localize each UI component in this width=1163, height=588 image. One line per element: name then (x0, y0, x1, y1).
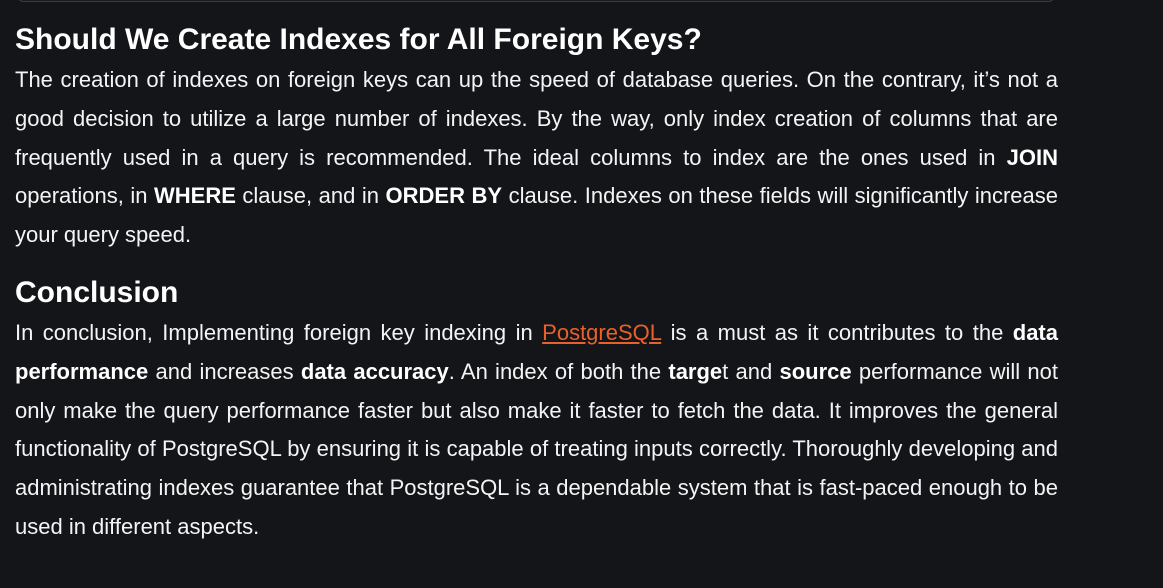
paragraph-foreign-keys: The creation of indexes on foreign keys … (15, 61, 1058, 255)
paragraph-text: In conclusion, Implementing foreign key … (15, 319, 543, 345)
paragraph-text: The creation of indexes on foreign keys … (15, 67, 1058, 170)
paragraph-text: performance will not only make the query… (15, 358, 1059, 539)
keyword-join: JOIN (1006, 144, 1058, 170)
bold-source: source (779, 358, 852, 384)
keyword-where: WHERE (154, 183, 236, 209)
paragraph-text: . An index of both the (448, 358, 669, 384)
bold-target: targe (668, 358, 723, 384)
keyword-order-by: ORDER BY (385, 183, 503, 209)
previous-code-block (16, 0, 1056, 2)
section-heading-foreign-keys: Should We Create Indexes for All Foreign… (15, 23, 702, 56)
paragraph-conclusion: In conclusion, Implementing foreign key … (15, 314, 1058, 547)
paragraph-text: clause, and in (235, 183, 386, 209)
postgresql-link[interactable]: PostgreSQL (542, 320, 661, 345)
paragraph-text: t and (722, 358, 780, 384)
paragraph-text: operations, in (15, 183, 155, 209)
paragraph-text: is a must as it contributes to the (661, 319, 1013, 345)
section-heading-conclusion: Conclusion (15, 275, 179, 309)
paragraph-text: and increases (148, 358, 301, 384)
bold-data-accuracy: data accuracy (300, 358, 449, 384)
article-content: Should We Create Indexes for All Foreign… (15, 20, 1058, 547)
